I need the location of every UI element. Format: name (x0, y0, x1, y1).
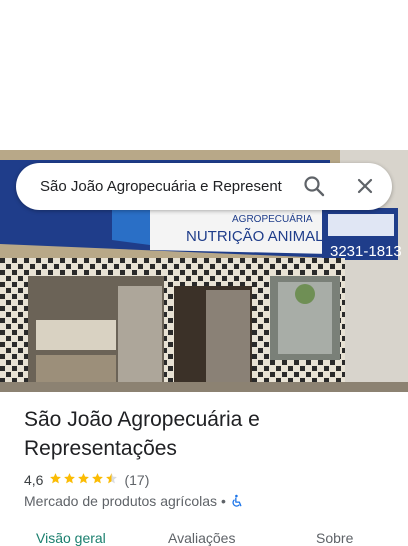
close-icon[interactable] (353, 174, 377, 198)
tab-reviews[interactable]: Avaliações (168, 530, 235, 546)
star-icon (78, 473, 90, 484)
search-icon[interactable] (302, 174, 326, 198)
tab-about[interactable]: Sobre (316, 530, 353, 546)
star-icon (106, 473, 118, 484)
star-icon (92, 473, 104, 484)
rating-row[interactable]: 4,6 (17) (24, 470, 149, 490)
review-count[interactable]: (17) (124, 472, 149, 488)
sign-phone: 3231-1813 (330, 243, 402, 260)
separator: • (221, 493, 226, 509)
sign-text-top: AGROPECUÁRIA (232, 212, 313, 225)
search-bar[interactable]: São João Agropecuária e Represent (16, 163, 392, 210)
rating-value: 4,6 (24, 472, 44, 488)
sign-text-main: NUTRIÇÃO ANIMAL (186, 228, 324, 245)
place-title: São João Agropecuária e Representações (24, 408, 260, 460)
category-row: Mercado de produtos agrícolas • (24, 491, 244, 511)
search-input[interactable]: São João Agropecuária e Represent (40, 163, 290, 210)
star-rating (49, 472, 119, 488)
place-category: Mercado de produtos agrícolas (24, 493, 217, 509)
wheelchair-accessible-icon (232, 494, 242, 507)
star-icon (50, 473, 62, 484)
star-icon (64, 473, 76, 484)
tab-overview[interactable]: Visão geral (36, 530, 106, 546)
